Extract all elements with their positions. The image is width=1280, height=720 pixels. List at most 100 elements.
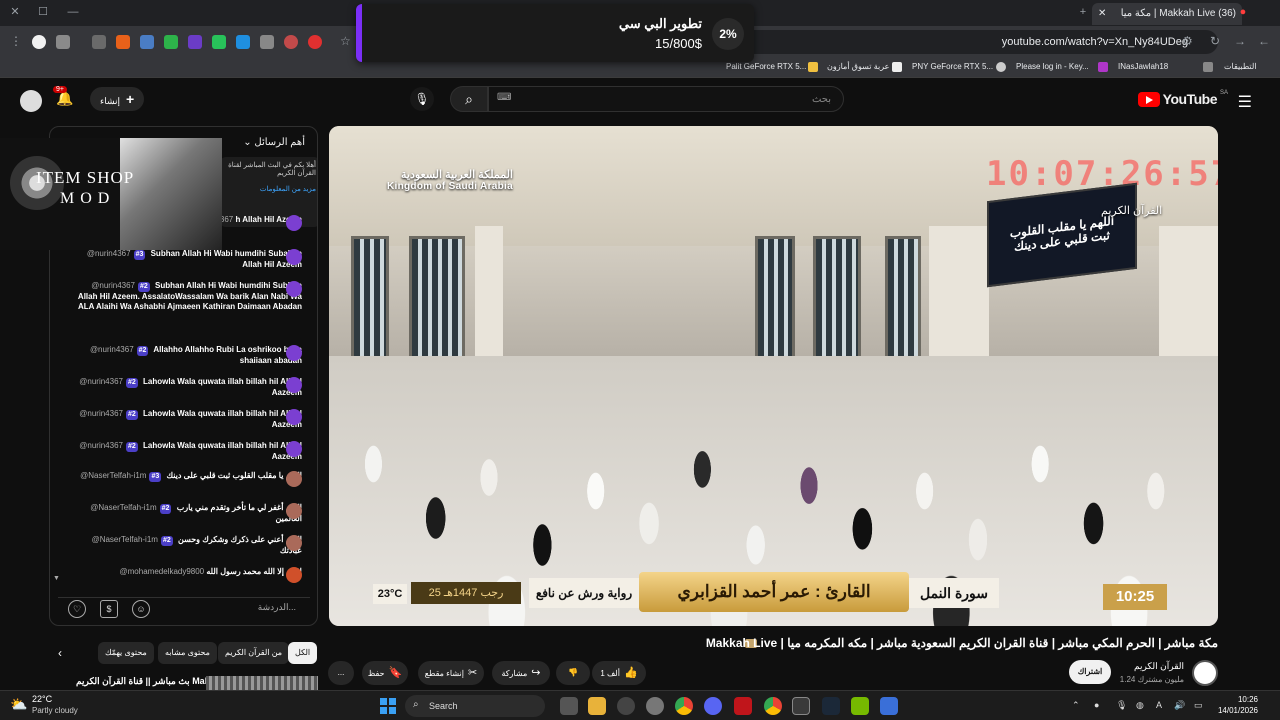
share-button[interactable]: مشاركة ↪: [492, 661, 550, 685]
chat-avatar[interactable]: [286, 535, 302, 551]
notifications-bell-icon[interactable]: 🔔 9+: [53, 86, 73, 107]
chat-avatar[interactable]: [286, 215, 302, 231]
system-clock[interactable]: 10:26 14/01/2026: [1214, 694, 1258, 716]
menu-icon[interactable]: ⋮: [10, 34, 22, 48]
clip-button[interactable]: إنشاء مقطع ✂: [418, 661, 484, 685]
bookmark-star-icon[interactable]: ☆: [340, 34, 351, 48]
chat-username[interactable]: @nurin4367: [79, 409, 123, 418]
extension-icon[interactable]: [308, 35, 322, 49]
create-button[interactable]: إنشاء +: [90, 87, 145, 111]
profile-icon[interactable]: [32, 35, 46, 49]
tray-chevron-icon[interactable]: ⌃: [1072, 700, 1080, 711]
app-icon[interactable]: [880, 697, 898, 715]
chevron-left-icon[interactable]: ‹: [58, 646, 62, 660]
chip-similar[interactable]: محتوى مشابه: [158, 642, 217, 664]
chat-username[interactable]: @nurin4367: [90, 345, 134, 354]
keyboard-icon[interactable]: ⌨: [497, 92, 511, 103]
bookmark-item[interactable]: عربة تسوق أمازون: [827, 62, 889, 71]
chat-avatar[interactable]: [286, 377, 302, 393]
settings-icon[interactable]: [646, 697, 664, 715]
bookmark-item[interactable]: INasJawlah18: [1118, 62, 1168, 71]
new-tab-icon[interactable]: +: [1076, 5, 1090, 19]
subscribe-button[interactable]: اشتراك: [1069, 660, 1111, 684]
tab-close-icon[interactable]: ✕: [1098, 8, 1106, 19]
account-avatar[interactable]: [20, 90, 42, 112]
more-actions-button[interactable]: ...: [328, 661, 354, 685]
chat-avatar[interactable]: [286, 345, 302, 361]
steam-icon[interactable]: [822, 697, 840, 715]
chat-input[interactable]: الدردشة...: [258, 602, 296, 613]
extension-icon[interactable]: [116, 35, 130, 49]
reload-icon[interactable]: ↻: [1210, 34, 1220, 48]
chrome-icon[interactable]: [764, 697, 782, 715]
chat-username[interactable]: @nurin4367: [79, 377, 123, 386]
chat-avatar[interactable]: [286, 471, 302, 487]
extension-icon[interactable]: [140, 35, 154, 49]
extension-icon[interactable]: [284, 35, 298, 49]
youtube-logo[interactable]: YouTube SA: [1137, 90, 1228, 107]
save-button[interactable]: حفظ 🔖: [362, 661, 408, 685]
active-tab[interactable]: ✕ (36) Makkah Live | مكة ميا: [1092, 3, 1242, 25]
search-input[interactable]: بحث ⌨: [488, 86, 844, 112]
like-button[interactable]: 1 ألف 👍: [592, 661, 646, 685]
bookmark-item[interactable]: Please log in - Key...: [1016, 62, 1089, 71]
bookmark-item[interactable]: Palit GeForce RTX 5...: [726, 62, 806, 71]
file-explorer-icon[interactable]: [588, 697, 606, 715]
forward-icon[interactable]: →: [1234, 34, 1246, 48]
chat-mode-selector[interactable]: ⌄ أهم الرسائل: [243, 137, 305, 148]
taskbar-search[interactable]: ⌕ Search: [405, 695, 545, 717]
chat-username[interactable]: @mohamedelkady9800: [120, 567, 205, 576]
chat-message[interactable]: @NaserTelfah-i1m#2 اللهم أعني على ذكرك و…: [76, 535, 302, 556]
pinned-more-link[interactable]: مزيد من المعلومات: [224, 185, 316, 193]
menu-hamburger-icon[interactable]: ☰: [1238, 92, 1252, 112]
active-app-icon[interactable]: [792, 697, 810, 715]
discord-icon[interactable]: [704, 697, 722, 715]
heart-icon[interactable]: ♡: [68, 600, 86, 618]
voice-search-button[interactable]: 🎙: [410, 87, 434, 111]
chat-message[interactable]: @nurin4367 #2 Lahowla Wala quwata illah b…: [76, 377, 302, 398]
chat-avatar[interactable]: [286, 409, 302, 425]
chat-username[interactable]: @nurin4367: [79, 441, 123, 450]
extension-icon[interactable]: [56, 35, 70, 49]
chat-avatar[interactable]: [286, 503, 302, 519]
chip-for-you[interactable]: محتوى يهمّك: [98, 642, 154, 664]
weather-icon[interactable]: ⛅: [10, 696, 30, 714]
close-window-icon[interactable]: ✕: [8, 5, 22, 19]
maximize-window-icon[interactable]: ☐: [36, 5, 50, 19]
super-chat-icon[interactable]: $: [100, 600, 118, 618]
chat-username[interactable]: @NaserTelfah-i1m: [90, 503, 156, 512]
search-button[interactable]: ⌕: [450, 86, 488, 112]
dislike-button[interactable]: 👎: [556, 661, 590, 685]
chat-avatar[interactable]: [286, 441, 302, 457]
extensions-puzzle-icon[interactable]: [92, 35, 106, 49]
task-view-icon[interactable]: [560, 697, 578, 715]
chrome-icon[interactable]: [675, 697, 693, 715]
channel-name[interactable]: القرآن الكريم: [1134, 661, 1184, 672]
kick-icon[interactable]: [212, 35, 226, 49]
chat-username[interactable]: @NaserTelfah-i1m: [92, 535, 158, 544]
nvidia-icon[interactable]: [851, 697, 869, 715]
tray-mic-icon[interactable]: 🎙: [1116, 700, 1127, 711]
chat-message[interactable]: @mohamedelkady9800 لا إله إلا الله محمد …: [76, 567, 302, 577]
back-icon[interactable]: ←: [1258, 34, 1270, 48]
minimize-window-icon[interactable]: —: [66, 5, 80, 19]
scroll-down-icon[interactable]: ▼: [53, 575, 60, 582]
app-icon[interactable]: [734, 697, 752, 715]
chat-message[interactable]: @nurin4367 #2 Subhan Allah Hi Wabi humdih…: [76, 281, 302, 312]
tray-app-icon[interactable]: ●: [1094, 700, 1099, 710]
chat-message[interactable]: @NaserTelfah-i1m #3 اللهم يا مقلب القلوب …: [76, 471, 302, 482]
app-icon[interactable]: [617, 697, 635, 715]
chat-message[interactable]: @nurin4367 #2 Lahowla Wala quwata illah b…: [76, 441, 302, 462]
extension-icon[interactable]: [188, 35, 202, 49]
chat-avatar[interactable]: [286, 281, 302, 297]
chat-message[interactable]: @nurin4367 #2 Allahho Allahho Rubi La osh…: [76, 345, 302, 366]
chat-message[interactable]: @nurin4367 #2 Lahowla Wala quwata illah b…: [76, 409, 302, 430]
tray-volume-icon[interactable]: 🔊: [1174, 700, 1185, 711]
chip-all[interactable]: الكل: [288, 642, 318, 664]
chat-avatar[interactable]: [286, 567, 302, 583]
chat-avatar[interactable]: [286, 249, 302, 265]
tray-battery-icon[interactable]: ▭: [1194, 700, 1203, 711]
extension-icon[interactable]: [236, 35, 250, 49]
bookmark-item[interactable]: PNY GeForce RTX 5...: [912, 62, 993, 71]
next-video-thumbnail[interactable]: [206, 676, 318, 690]
